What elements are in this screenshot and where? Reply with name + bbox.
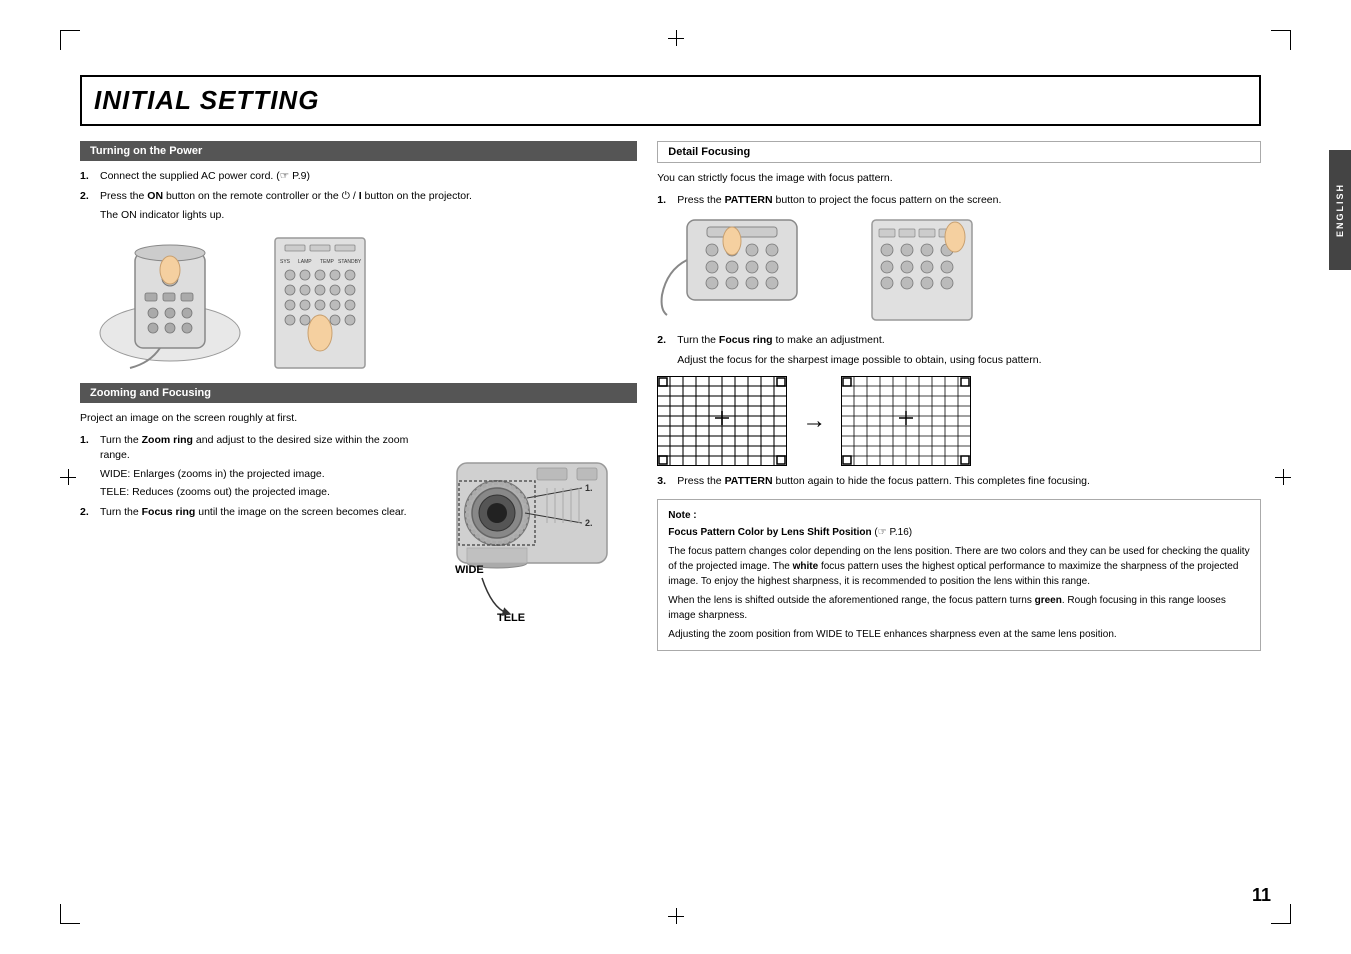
svg-text:WIDE: WIDE <box>455 564 484 576</box>
note-subtitle: Focus Pattern Color by Lens Shift Positi… <box>668 525 1250 540</box>
note-para-2: When the lens is shifted outside the afo… <box>668 593 1250 623</box>
left-column: Turning on the Power 1. Connect the supp… <box>80 141 637 651</box>
page-title: INITIAL SETTING <box>94 85 1247 116</box>
hand-remote-svg <box>657 215 857 325</box>
projector-svg: 1. 2. <box>437 433 637 633</box>
section-header-zoom: Zooming and Focusing <box>80 383 637 403</box>
control-panel-detail-svg <box>867 215 977 325</box>
section-header-detail: Detail Focusing <box>657 141 1261 163</box>
focus-step1-illustration <box>657 215 1261 325</box>
corner-mark-tl <box>60 30 80 50</box>
control-panel-svg: SYS LAMP TEMP STANDBY <box>270 233 370 373</box>
language-tab: ENGLISH <box>1329 150 1351 270</box>
crosshair-top <box>668 30 684 46</box>
svg-text:TEMP: TEMP <box>320 259 335 265</box>
remote-controller-svg <box>80 233 260 373</box>
focus-pattern-after-svg <box>841 376 971 466</box>
right-column: Detail Focusing You can strictly focus t… <box>657 141 1261 651</box>
projector-illustration: 1. 2. <box>437 433 637 636</box>
detail-intro: You can strictly focus the image with fo… <box>657 171 1261 187</box>
note-para-3: Adjusting the zoom position from WIDE to… <box>668 627 1250 642</box>
detail-step-1: 1. Press the PATTERN button to project t… <box>657 193 1261 208</box>
note-title: Note : <box>668 508 1250 523</box>
power-sub-text: The ON indicator lights up. <box>80 208 637 223</box>
focus-pattern-before-svg <box>657 376 787 466</box>
corner-mark-tr <box>1271 30 1291 50</box>
zoom-step-2: 2. Turn the Focus ring until the image o… <box>80 505 429 520</box>
svg-text:STANDBY: STANDBY <box>338 259 362 265</box>
svg-text:2.: 2. <box>585 518 593 528</box>
svg-text:LAMP: LAMP <box>298 259 312 265</box>
zoom-content: 1. Turn the Zoom ring and adjust to the … <box>80 433 637 636</box>
crosshair-bottom <box>668 908 684 924</box>
svg-text:TELE: TELE <box>497 612 525 624</box>
note-box: Note : Focus Pattern Color by Lens Shift… <box>657 499 1261 651</box>
main-content: INITIAL SETTING Turning on the Power 1. … <box>80 75 1261 894</box>
section-header-power: Turning on the Power <box>80 141 637 161</box>
zoom-step-1: 1. Turn the Zoom ring and adjust to the … <box>80 433 429 462</box>
language-tab-label: ENGLISH <box>1335 183 1345 237</box>
columns-layout: Turning on the Power 1. Connect the supp… <box>80 141 1261 651</box>
crosshair-left <box>60 469 76 485</box>
focus-pattern-row: → <box>657 376 1261 466</box>
title-box: INITIAL SETTING <box>80 75 1261 126</box>
focus-arrow: → <box>797 407 831 435</box>
detail-step-2: 2. Turn the Focus ring to make an adjust… <box>657 333 1261 348</box>
power-steps: 1. Connect the supplied AC power cord. (… <box>80 169 637 203</box>
zoom-sub-tele: TELE: Reduces (zooms out) the projected … <box>80 485 429 500</box>
crosshair-right <box>1275 469 1291 485</box>
corner-mark-br <box>1271 904 1291 924</box>
zoom-sub-wide: WIDE: Enlarges (zooms in) the projected … <box>80 467 429 482</box>
power-step-1: 1. Connect the supplied AC power cord. (… <box>80 169 637 184</box>
svg-text:SYS: SYS <box>280 259 291 265</box>
power-step-2: 2. Press the ON button on the remote con… <box>80 189 637 204</box>
detail-step-3: 3. Press the PATTERN button again to hid… <box>657 474 1261 489</box>
corner-mark-bl <box>60 904 80 924</box>
note-para-1: The focus pattern changes color dependin… <box>668 544 1250 589</box>
detail-step2-sub: Adjust the focus for the sharpest image … <box>657 353 1261 368</box>
zoom-text: 1. Turn the Zoom ring and adjust to the … <box>80 433 429 636</box>
remote-illustration-row: SYS LAMP TEMP STANDBY <box>80 233 637 373</box>
zoom-intro: Project an image on the screen roughly a… <box>80 411 637 427</box>
svg-text:1.: 1. <box>585 483 593 493</box>
